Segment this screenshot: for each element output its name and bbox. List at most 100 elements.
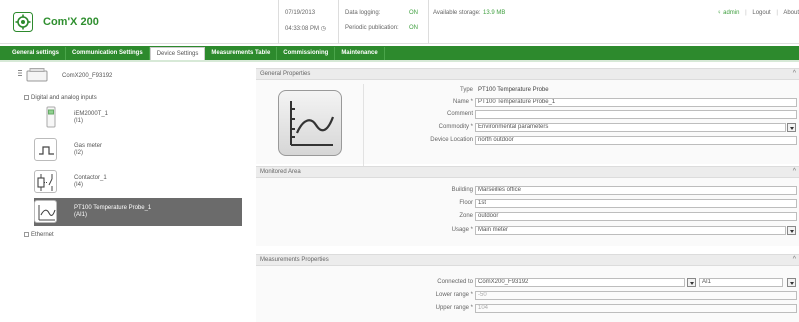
clock-icon: ◷ — [320, 26, 326, 32]
monitored-area-body: Building Marseilles office Floor 1st Zon… — [256, 178, 799, 246]
expand-icon — [24, 232, 29, 237]
header: Com'X 200 07/19/2013 04:33:08 PM ◷ Data … — [0, 0, 799, 44]
usage-label: Usage * — [451, 227, 473, 233]
tree-item-pt100-selected[interactable]: PT100 Temperature Probe_1 (AI1) — [34, 198, 242, 226]
floor-label: Floor — [459, 200, 473, 206]
measurements-properties-body: Connected to ComX200_F93192 AI1 Lower ra… — [256, 266, 799, 322]
date-text: 07/19/2013 — [285, 10, 316, 16]
comment-input[interactable] — [475, 110, 797, 119]
tree-group-ethernet[interactable]: Ethernet — [24, 232, 54, 238]
user-area: ♀ admin | Logout | About — [716, 10, 799, 16]
data-logging-value: ON — [409, 10, 418, 16]
storage-block: Available storage: 13.9 MB — [428, 0, 538, 44]
gateway-device-icon — [26, 68, 48, 82]
comment-label: Comment — [446, 111, 473, 117]
tab-general-settings[interactable]: General settings — [6, 47, 67, 60]
tree-item-name: iEM2000T_1 — [74, 111, 109, 117]
section-title: Measurements Properties — [260, 257, 329, 263]
main-tabs: General settings Communication Settings … — [0, 46, 799, 60]
tree-item-sub: (AI1) — [74, 212, 88, 218]
periodic-value: ON — [409, 25, 418, 31]
device-tree: ComX200_F93192 Digital and analog inputs… — [0, 62, 248, 322]
periodic-label: Periodic publication: — [345, 25, 399, 31]
data-logging-label: Data logging: — [345, 10, 381, 16]
tab-maintenance[interactable]: Maintenance — [335, 47, 385, 60]
type-label: Type — [459, 87, 473, 93]
tab-commissioning[interactable]: Commissioning — [277, 47, 336, 60]
app-title: Com'X 200 — [43, 16, 99, 28]
upper-range-input[interactable]: 104 — [475, 304, 797, 313]
type-value: PT100 Temperature Probe — [478, 87, 549, 93]
usage-select[interactable]: Main meter — [475, 226, 786, 235]
storage-label: Available storage: — [433, 10, 481, 16]
commodity-select[interactable]: Environmental parameters — [475, 123, 786, 132]
usage-dropdown-button[interactable] — [787, 226, 796, 235]
collapse-icon[interactable]: ^ — [793, 168, 796, 175]
user-icon: ♀ — [716, 10, 722, 16]
general-properties-body: Type PT100 Temperature Probe Name * PT10… — [256, 80, 799, 166]
floor-input[interactable]: 1st — [475, 199, 797, 208]
name-input[interactable]: PT100 Temperature Probe_1 — [475, 98, 797, 107]
logging-block: Data logging: ON Periodic publication: O… — [338, 0, 428, 44]
logout-link[interactable]: Logout — [752, 10, 770, 16]
connected-select[interactable]: ComX200_F93192 — [475, 278, 685, 287]
commodity-dropdown-button[interactable] — [787, 123, 796, 132]
tab-device-settings[interactable]: Device Settings — [149, 47, 206, 60]
tree-item-sub: (I1) — [74, 118, 83, 124]
commodity-label: Commodity * — [438, 124, 473, 130]
tree-item-gas-meter[interactable]: Gas meter (I2) — [34, 136, 242, 164]
measurements-properties-header[interactable]: Measurements Properties ^ — [256, 254, 799, 266]
tree-item-contactor[interactable]: Contactor_1 (I4) — [34, 168, 242, 196]
lower-range-input[interactable]: -50 — [475, 291, 797, 300]
tree-root-label: ComX200_F93192 — [62, 73, 113, 79]
tree-item-iem2000t[interactable]: iEM2000T_1 (I1) — [34, 104, 242, 132]
channel-select[interactable]: AI1 — [699, 278, 783, 287]
monitored-area-section: Monitored Area ^ Building Marseilles off… — [256, 166, 799, 246]
location-label: Device Location — [430, 137, 473, 143]
location-input[interactable]: north outdoor — [475, 136, 797, 145]
zone-label: Zone — [459, 213, 473, 219]
contactor-icon — [37, 174, 53, 191]
general-properties-section: General Properties ^ Type PT100 Temperat… — [256, 68, 799, 166]
measurements-properties-section: Measurements Properties ^ Connected to C… — [256, 254, 799, 322]
tree-item-name: PT100 Temperature Probe_1 — [74, 205, 152, 211]
section-title: General Properties — [260, 71, 311, 77]
meter-device-icon — [46, 106, 56, 128]
type-row: Type PT100 Temperature Probe — [256, 86, 799, 96]
upper-range-label: Upper range * — [435, 305, 473, 311]
building-label: Building — [451, 187, 473, 193]
user-link[interactable]: admin — [723, 10, 739, 16]
connected-label: Connected to — [437, 279, 473, 285]
lower-range-label: Lower range * — [435, 292, 473, 298]
tab-measurements-table[interactable]: Measurements Table — [205, 47, 278, 60]
contactor-icon-box — [34, 170, 57, 193]
analog-icon-box — [34, 200, 57, 223]
building-input[interactable]: Marseilles office — [475, 186, 797, 195]
gear-logo-icon — [13, 12, 33, 32]
tree-item-sub: (I2) — [74, 150, 83, 156]
collapse-icon[interactable]: ^ — [793, 256, 796, 263]
tree-group-inputs[interactable]: Digital and analog inputs — [24, 95, 97, 101]
analog-curve-icon — [38, 205, 56, 221]
name-label: Name * — [452, 99, 473, 105]
zone-input[interactable]: outdoor — [475, 212, 797, 221]
time-text: 04:33:08 PM ◷ — [285, 26, 326, 32]
tree-item-sub: (I4) — [74, 182, 83, 188]
tree-item-name: Gas meter — [74, 143, 103, 149]
datetime-block: 07/19/2013 04:33:08 PM ◷ — [278, 0, 338, 44]
app-window: Com'X 200 07/19/2013 04:33:08 PM ◷ Data … — [0, 0, 799, 322]
general-properties-header[interactable]: General Properties ^ — [256, 68, 799, 80]
tree-item-name: Contactor_1 — [74, 175, 107, 181]
expand-icon — [24, 95, 29, 100]
pulse-icon — [39, 146, 54, 155]
storage-value: 13.9 MB — [483, 10, 506, 16]
about-link[interactable]: About — [783, 10, 799, 16]
collapse-icon[interactable]: ^ — [793, 70, 796, 77]
connected-dropdown-button[interactable] — [687, 278, 696, 287]
tab-communication-settings[interactable]: Communication Settings — [66, 47, 150, 60]
monitored-area-header[interactable]: Monitored Area ^ — [256, 166, 799, 178]
section-title: Monitored Area — [260, 169, 301, 175]
pulse-icon-box — [34, 138, 57, 161]
channel-dropdown-button[interactable] — [787, 278, 796, 287]
drag-handle-icon — [18, 70, 22, 76]
